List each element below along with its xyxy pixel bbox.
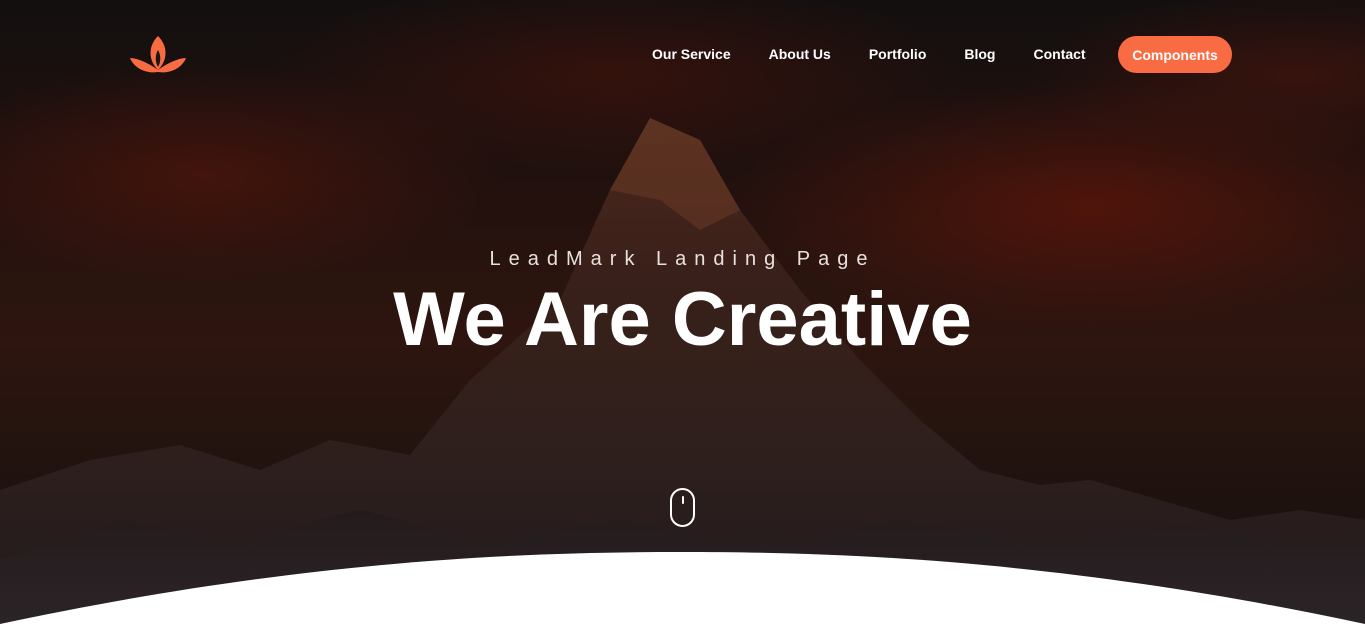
hero-subtitle: LeadMark Landing Page — [489, 248, 876, 270]
nav-link-about-us[interactable]: About Us — [769, 46, 831, 62]
lotus-icon[interactable] — [128, 34, 188, 76]
components-button[interactable]: Components — [1118, 36, 1232, 73]
nav-link-our-service[interactable]: Our Service — [652, 46, 731, 62]
nav-links: Our Service About Us Portfolio Blog Cont… — [652, 44, 1086, 64]
nav-link-blog[interactable]: Blog — [964, 46, 995, 62]
hero-title: We Are Creative — [393, 277, 972, 362]
mouse-scroll-icon[interactable] — [670, 488, 695, 527]
navbar: Our Service About Us Portfolio Blog Cont… — [0, 0, 1365, 110]
mouse-wheel — [682, 496, 684, 504]
bottom-curve — [0, 552, 1365, 624]
nav-link-contact[interactable]: Contact — [1033, 46, 1085, 62]
hero-section: Our Service About Us Portfolio Blog Cont… — [0, 0, 1365, 624]
nav-link-portfolio[interactable]: Portfolio — [869, 46, 927, 62]
